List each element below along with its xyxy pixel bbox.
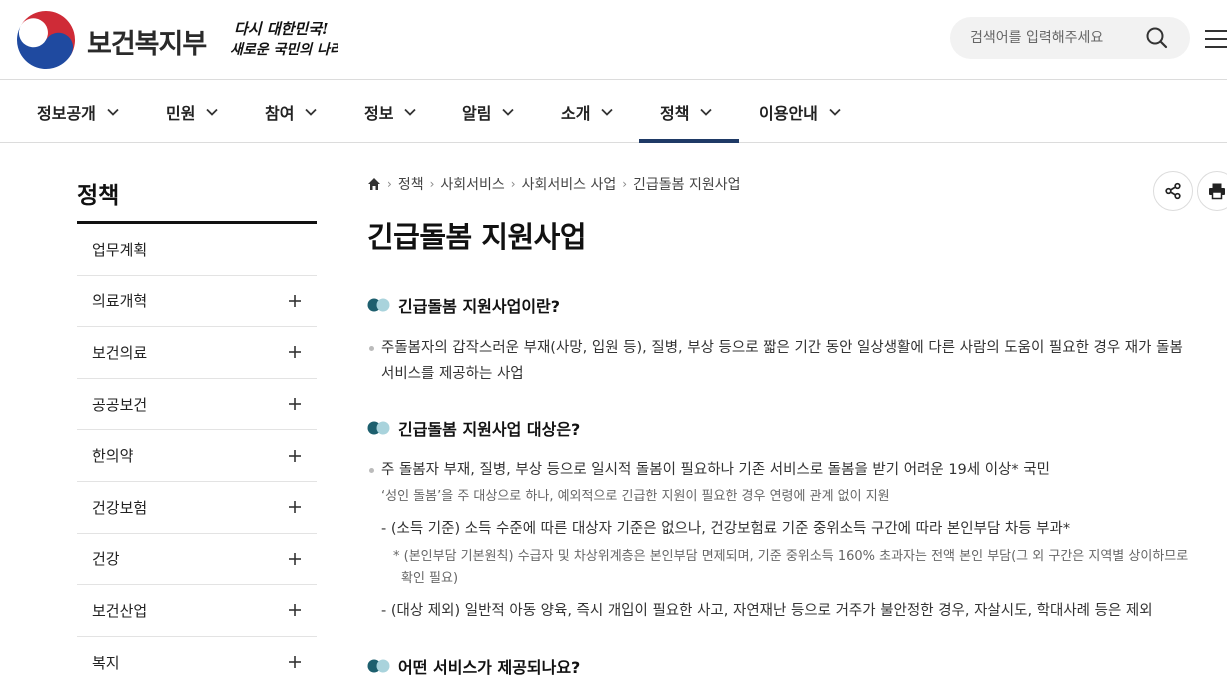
- breadcrumb-separator: ›: [510, 177, 516, 191]
- gnb-active-indicator: [639, 139, 739, 143]
- section-heading: 긴급돌봄 지원사업이란?: [367, 293, 560, 317]
- chevron-down-icon: [502, 108, 515, 116]
- slogan-calligraphy: 다시 대한민국! 새로운 국민의 나라: [230, 20, 338, 58]
- chevron-down-icon: [206, 108, 219, 116]
- lnb-menu: 업무계획 의료개혁 보건의료 공공보건 한의약 건강보험 건강 보건산업 복지: [77, 224, 317, 675]
- lnb-title: 정책: [77, 183, 120, 209]
- section-heading-text: 어떤 서비스가 제공되나요?: [398, 658, 581, 675]
- lnb-item-welfare[interactable]: 복지: [77, 637, 317, 675]
- toggle-dots-icon: [367, 298, 390, 312]
- section-paragraph: 주 돌봄자 부재, 질병, 부상 등으로 일시적 돌봄이 필요하나 기존 서비스…: [381, 462, 1050, 478]
- gnb-item-policy[interactable]: 정책: [660, 80, 713, 143]
- section-heading-text: 긴급돌봄 지원사업이란?: [398, 297, 561, 316]
- lnb-item-health-care[interactable]: 보건의료: [77, 327, 317, 379]
- gnb-item-label: 알림: [462, 103, 492, 123]
- org-name[interactable]: 보건복지부: [87, 22, 207, 61]
- page-title: 긴급돌봄 지원사업: [367, 220, 587, 254]
- breadcrumb-separator: ›: [387, 177, 392, 191]
- section-heading: 긴급돌봄 지원사업 대상은?: [367, 416, 580, 440]
- slogan-line1: 다시 대한민국!: [234, 20, 329, 38]
- plus-icon: [289, 501, 301, 514]
- print-button[interactable]: [1197, 171, 1227, 211]
- section-paragraph: 주돌봄자의 갑작스러운 부재(사망, 입원 등), 질병, 부상 등으로 짧은 …: [381, 340, 1183, 356]
- section-sub-item: - (소득 기준) 소득 수준에 따른 대상자 기준은 없으나, 건강보험료 기…: [381, 521, 1071, 537]
- section-sub-item: - (대상 제외) 일반적 아동 양육, 즉시 개입이 필요한 사고, 자연재난…: [381, 603, 1153, 619]
- plus-icon: [289, 346, 301, 359]
- lnb-item-label: 보건의료: [92, 343, 148, 362]
- share-button[interactable]: [1153, 171, 1193, 211]
- slogan-line2: 새로운 국민의 나라: [230, 42, 338, 58]
- chevron-down-icon: [305, 108, 318, 116]
- lnb-item-label: 건강보험: [92, 498, 148, 517]
- lnb-item-label: 보건산업: [92, 601, 148, 620]
- gnb-item-info-disclosure[interactable]: 정보공개: [37, 80, 120, 143]
- section-note: ‘성인 돌봄’을 주 대상으로 하나, 예외적으로 긴급한 지원이 필요한 경우…: [381, 489, 890, 504]
- section-heading: 어떤 서비스가 제공되나요?: [367, 654, 580, 675]
- bullet-dot: [369, 468, 374, 473]
- chevron-down-icon: [829, 108, 841, 116]
- lnb-item-health[interactable]: 건강: [77, 534, 317, 586]
- lnb-item-label: 건강: [92, 550, 120, 569]
- breadcrumb-item[interactable]: 사회서비스: [440, 174, 504, 194]
- site-header: 보건복지부 다시 대한민국! 새로운 국민의 나라: [0, 0, 1227, 80]
- lnb-item-health-insurance[interactable]: 건강보험: [77, 482, 317, 534]
- gnb-item-about[interactable]: 소개: [561, 80, 614, 143]
- main-navigation: 정보공개 민원 참여 정보 알림 소개 정책 이용안내: [0, 80, 1227, 143]
- share-icon: [1165, 182, 1181, 200]
- hamburger-icon[interactable]: [1205, 28, 1227, 50]
- breadcrumb-separator: ›: [622, 177, 628, 191]
- gnb-item-label: 이용안내: [759, 103, 818, 123]
- gnb-item-label: 정보공개: [37, 103, 96, 123]
- lnb-item-label: 의료개혁: [92, 292, 148, 311]
- lnb-item-label: 한의약: [92, 447, 134, 466]
- plus-icon: [289, 449, 301, 462]
- bullet-dot: [369, 346, 374, 351]
- plus-icon: [289, 552, 301, 565]
- search-icon[interactable]: [1143, 24, 1171, 52]
- gnb-item-usage-guide[interactable]: 이용안내: [759, 80, 842, 143]
- gnb-item-civil-petition[interactable]: 민원: [166, 80, 219, 143]
- print-icon: [1209, 183, 1225, 200]
- lnb-item-work-plan[interactable]: 업무계획: [77, 224, 317, 276]
- chevron-down-icon: [601, 108, 614, 116]
- government-emblem-logo[interactable]: [16, 10, 76, 70]
- breadcrumb-item[interactable]: 정책: [398, 174, 424, 194]
- lnb-item-korean-medicine[interactable]: 한의약: [77, 430, 317, 482]
- lnb-item-label: 업무계획: [92, 240, 148, 259]
- lnb-item-label: 공공보건: [92, 395, 148, 414]
- section-footnote: * (본인부담 기본원칙) 수급자 및 차상위계층은 본인부담 면제되며, 기준…: [393, 549, 1189, 564]
- plus-icon: [289, 604, 301, 617]
- plus-icon: [289, 294, 301, 307]
- gnb-item-label: 정책: [660, 103, 690, 123]
- chevron-down-icon: [700, 108, 713, 116]
- breadcrumb-separator: ›: [429, 177, 435, 191]
- chevron-down-icon: [404, 108, 417, 116]
- section-footnote: 확인 필요): [401, 571, 459, 586]
- breadcrumb-item[interactable]: 사회서비스 사업: [522, 174, 617, 194]
- home-icon[interactable]: [367, 177, 381, 191]
- chevron-down-icon: [107, 108, 119, 116]
- section-heading-text: 긴급돌봄 지원사업 대상은?: [398, 420, 581, 439]
- breadcrumb: › 정책 › 사회서비스 › 사회서비스 사업 › 긴급돌봄 지원사업: [367, 174, 741, 194]
- plus-icon: [289, 656, 301, 669]
- toggle-dots-icon: [367, 659, 390, 673]
- gnb-item-information[interactable]: 정보: [364, 80, 417, 143]
- lnb-item-medical-reform[interactable]: 의료개혁: [77, 276, 317, 328]
- toggle-dots-icon: [367, 421, 390, 435]
- gnb-item-label: 참여: [265, 103, 295, 123]
- search-input[interactable]: [970, 17, 1150, 59]
- lnb-item-label: 복지: [92, 653, 120, 672]
- gnb-item-label: 소개: [561, 103, 591, 123]
- gnb-item-label: 정보: [364, 103, 394, 123]
- gnb-item-notice[interactable]: 알림: [462, 80, 515, 143]
- breadcrumb-current: 긴급돌봄 지원사업: [633, 177, 741, 193]
- gnb-item-participation[interactable]: 참여: [265, 80, 318, 143]
- lnb-item-health-industry[interactable]: 보건산업: [77, 585, 317, 637]
- plus-icon: [289, 398, 301, 411]
- lnb-item-public-health[interactable]: 공공보건: [77, 379, 317, 431]
- section-paragraph: 서비스를 제공하는 사업: [381, 366, 524, 382]
- gnb-item-label: 민원: [166, 103, 196, 123]
